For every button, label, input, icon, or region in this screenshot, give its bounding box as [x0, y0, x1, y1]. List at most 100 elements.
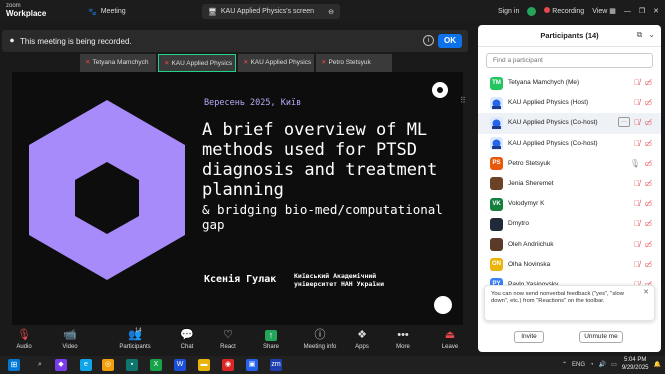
more-options-icon[interactable]: ··· [618, 117, 630, 128]
wifi-icon[interactable]: ◔ [590, 362, 594, 368]
chrome-icon[interactable]: ◎ [102, 359, 114, 371]
screen-share-icon: 🖥 [208, 8, 217, 16]
participant-row[interactable]: KAU Applied Physics (Co-host) ··· 🎙̸ ▭̸ [478, 113, 661, 134]
muted-mic-icon: 🎙 [17, 329, 31, 341]
recording-banner-text: This meeting is being recorded. [20, 36, 132, 46]
video-off-icon[interactable]: ▭̸ [644, 118, 652, 127]
more-label: More [396, 344, 410, 350]
video-thumbnail[interactable]: ✕ Petro Stetsyuk [316, 54, 392, 72]
avatar: VK [490, 197, 503, 211]
video-off-icon[interactable]: ▭̸ [644, 199, 652, 208]
mic-icon[interactable]: 🎙 [630, 159, 640, 168]
video-off-icon[interactable]: ▭̸ [644, 240, 652, 249]
apps-button[interactable]: ❖ Apps [344, 328, 380, 356]
app-icon[interactable]: ▣ [246, 359, 258, 371]
thumbnail-name: KAU Applied Physics [171, 60, 233, 67]
resize-handle-icon[interactable]: ⠿ [460, 96, 466, 105]
shield-icon[interactable] [527, 6, 537, 16]
restore-icon[interactable]: ❐ [639, 7, 645, 15]
participant-row[interactable]: KAU Applied Physics (Host) 🎙̸ ▭̸ [478, 93, 661, 113]
participant-row[interactable]: KAU Applied Physics (Co-host) 🎙̸ ▭̸ [478, 134, 661, 154]
edge-icon[interactable]: e [80, 359, 92, 371]
video-thumbnail[interactable]: ✕ KAU Applied Physics [158, 54, 236, 72]
share-button[interactable]: ↑ Share [253, 328, 289, 356]
zoom-taskbar-icon[interactable]: zm [270, 359, 282, 371]
clock[interactable]: 5:04 PM 9/29/2025 [622, 357, 649, 372]
share-tab-label: KAU Applied Physics's screen [220, 8, 315, 15]
muted-mic-icon[interactable]: 🎙̸ [634, 139, 640, 148]
participant-search-input[interactable] [486, 53, 653, 68]
excel-icon[interactable]: X [150, 359, 162, 371]
audio-button[interactable]: 🎙 Audio [6, 328, 42, 356]
muted-mic-icon[interactable]: 🎙̸ [634, 118, 640, 127]
participants-button[interactable]: 👥 14 Participants [113, 328, 157, 356]
view-menu[interactable]: View ▦ [592, 7, 616, 15]
record-dot-icon [544, 7, 551, 13]
video-off-icon[interactable]: ▭̸ [644, 159, 652, 168]
video-off-icon[interactable]: ▭̸ [644, 179, 652, 188]
video-off-icon[interactable]: ▭̸ [644, 78, 652, 87]
system-tray: ⌃ ENG ◔ 🔊 ▭ 5:04 PM 9/29/2025 🔔 [562, 357, 661, 372]
recording-label: Recording [552, 8, 585, 15]
video-off-icon[interactable]: ▭̸ [644, 219, 652, 228]
participant-row[interactable]: TM Tetyana Mamchych (Me) 🎙̸ ▭̸ [478, 73, 661, 93]
participant-row[interactable]: Jenia Sheremet 🎙̸ ▭̸ [478, 174, 661, 194]
close-icon[interactable]: ✕ [653, 7, 659, 15]
muted-mic-icon[interactable]: 🎙̸ [634, 240, 640, 249]
meeting-info-button[interactable]: ⓘ Meeting info [298, 328, 342, 356]
meeting-tab-label: Meeting [100, 8, 126, 15]
react-button[interactable]: ♡ React [210, 328, 246, 356]
ok-button[interactable]: OK [438, 34, 462, 48]
participant-row[interactable]: VK Volodymyr K 🎙̸ ▭̸ [478, 194, 661, 214]
muted-mic-icon[interactable]: 🎙̸ [634, 260, 640, 269]
chevron-down-icon[interactable]: ⌄ [648, 30, 655, 40]
leave-label: Leave [441, 344, 459, 350]
windows-start-icon[interactable]: ⊞ [8, 359, 20, 371]
participant-row[interactable]: Dmytro 🎙̸ ▭̸ [478, 214, 661, 234]
volume-icon[interactable]: 🔊 [599, 361, 606, 368]
video-thumbnail[interactable]: ✕ KAU Applied Physics [238, 54, 314, 72]
minimize-icon[interactable]: — [624, 8, 631, 15]
meeting-tab[interactable]: 🐾 Meeting [82, 4, 132, 19]
participants-panel: Participants (14) ⧉ ⌄ TM Tetyana Mamchyc… [478, 25, 661, 352]
search-icon[interactable]: ⌕ [34, 359, 46, 371]
notification-icon[interactable]: 🔔 [654, 361, 661, 368]
muted-mic-icon[interactable]: 🎙̸ [634, 219, 640, 228]
participant-row[interactable]: ON Olha Novinska 🎙̸ ▭̸ [478, 255, 661, 275]
leave-button[interactable]: ⏏ Leave [432, 328, 468, 356]
app-icon[interactable]: ◉ [222, 359, 234, 371]
file-explorer-icon[interactable]: ▬ [198, 359, 210, 371]
video-off-icon[interactable]: ▭̸ [644, 260, 652, 269]
recording-indicator[interactable]: Recording [544, 7, 584, 15]
invite-button[interactable]: Invite [514, 331, 544, 343]
signin-link[interactable]: Sign in [498, 8, 519, 15]
info-icon: ⓘ [314, 329, 326, 341]
share-tab[interactable]: 🖥 KAU Applied Physics's screen ⊖ [202, 4, 340, 19]
video-off-icon[interactable]: ▭̸ [644, 139, 652, 148]
participant-name: KAU Applied Physics (Host) [508, 99, 589, 107]
muted-mic-icon[interactable]: 🎙̸ [634, 98, 640, 107]
thumbnail-name: Tetyana Mamchych [92, 59, 149, 66]
app-icon[interactable]: ▪ [126, 359, 138, 371]
tab-more-icon[interactable]: ⊖ [328, 8, 334, 16]
muted-mic-icon[interactable]: 🎙̸ [634, 199, 640, 208]
battery-icon[interactable]: ▭ [611, 361, 617, 368]
copilot-icon[interactable]: ◆ [55, 359, 67, 371]
muted-mic-icon[interactable]: 🎙̸ [634, 179, 640, 188]
popout-icon[interactable]: ⧉ [637, 30, 643, 40]
chevron-up-icon[interactable]: ⌃ [562, 361, 567, 368]
video-thumbnail[interactable]: ✕ Tetyana Mamchych [80, 54, 156, 72]
word-icon[interactable]: W [174, 359, 186, 371]
chat-button[interactable]: 💬 Chat [169, 328, 205, 356]
video-button[interactable]: 📹 Video [52, 328, 88, 356]
info-icon[interactable]: i [423, 35, 434, 46]
close-icon[interactable]: ✕ [643, 289, 649, 296]
video-off-icon[interactable]: ▭̸ [644, 98, 652, 107]
participant-row[interactable]: Oleh Andriichuk 🎙̸ ▭̸ [478, 235, 661, 255]
more-button[interactable]: ••• More [385, 328, 421, 356]
institution-line2: університет НАН України [294, 280, 385, 288]
unmute-me-button[interactable]: Unmute me [579, 331, 623, 343]
participant-row[interactable]: PS Petro Stetsyuk 🎙 ▭̸ [478, 154, 661, 174]
muted-mic-icon[interactable]: 🎙̸ [634, 78, 640, 87]
language-indicator[interactable]: ENG [572, 362, 585, 368]
